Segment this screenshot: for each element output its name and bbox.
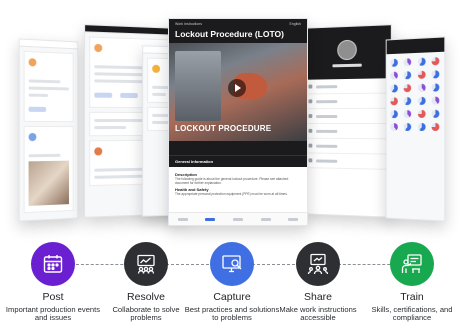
- step-resolve: Resolve Collaborate to solve problems: [96, 236, 196, 323]
- play-icon[interactable]: [228, 79, 246, 97]
- video-caption: LOCKOUT PROCEDURE: [175, 124, 272, 133]
- work-instruction-header: Work Instructions English Lockout Proced…: [169, 19, 307, 43]
- work-instruction-device: Work Instructions English Lockout Proced…: [168, 18, 308, 226]
- instruction-video[interactable]: LOCKOUT PROCEDURE: [169, 43, 307, 141]
- process-steps: Post Important production events and iss…: [0, 236, 461, 333]
- section-header: General Information: [169, 155, 307, 167]
- back-link[interactable]: Work Instructions: [175, 22, 202, 26]
- step-title: Post: [42, 291, 64, 303]
- training-icon: [401, 254, 422, 273]
- product-overview: Work Instructions English Lockout Proced…: [0, 0, 461, 333]
- step-description: Important production events and issues: [5, 304, 101, 323]
- work-instruction-title: Lockout Procedure (LOTO): [175, 29, 284, 39]
- device-tab-bar: [169, 212, 307, 225]
- step-post: Post Important production events and iss…: [3, 236, 103, 323]
- skills-matrix-device: [385, 36, 446, 222]
- step-description: Make work instructions accessible: [279, 304, 357, 323]
- step-description: Best practices and solutions to problems: [184, 304, 280, 323]
- description-text: The following guide is about the general…: [175, 177, 289, 186]
- step-description: Skills, certifications, and compliance: [371, 304, 453, 323]
- step-title: Train: [400, 291, 424, 303]
- share-circle: [296, 242, 340, 286]
- health-safety-text: The appropriate personal protection equi…: [175, 192, 288, 197]
- language-selector[interactable]: English: [290, 22, 301, 26]
- screen-search-icon: [222, 255, 242, 273]
- capture-circle: [210, 242, 254, 286]
- resolve-circle: [124, 242, 168, 286]
- step-title: Resolve: [127, 291, 165, 303]
- train-circle: [390, 242, 434, 286]
- feed-screen-device: [18, 38, 79, 222]
- step-train: Train Skills, certifications, and compli…: [362, 236, 461, 323]
- step-capture: Capture Best practices and solutions to …: [182, 236, 282, 323]
- step-title: Capture: [213, 291, 251, 303]
- share-screen-icon: [307, 253, 329, 275]
- avatar: [337, 39, 357, 60]
- calendar-icon: [43, 255, 63, 273]
- step-title: Share: [303, 291, 333, 303]
- step-share: Share Make work instructions accessible: [268, 236, 368, 323]
- profile-screen-device: [303, 24, 392, 218]
- team-board-icon: [137, 254, 155, 274]
- step-description: Collaborate to solve problems: [112, 304, 180, 323]
- post-circle: [31, 242, 75, 286]
